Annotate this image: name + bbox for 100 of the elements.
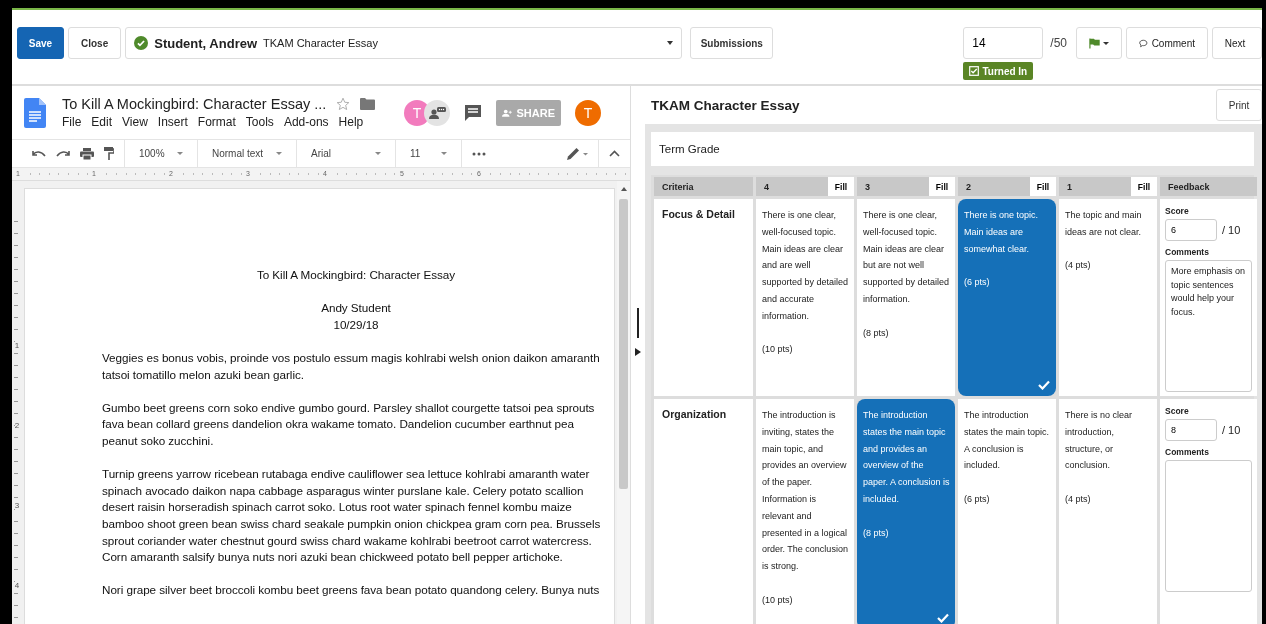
column-label: Criteria <box>662 181 694 192</box>
submissions-button[interactable]: Submissions <box>690 27 774 59</box>
score-label: Score <box>1165 405 1190 417</box>
print-button[interactable]: Print <box>1216 89 1262 121</box>
menu-item[interactable]: Add-ons <box>283 115 329 129</box>
score-input[interactable]: 6 <box>1165 219 1217 241</box>
save-button[interactable]: Save <box>17 27 64 59</box>
checkbox-icon <box>969 66 980 76</box>
rating-points: (4 pts) <box>1065 493 1092 506</box>
flag-button[interactable] <box>1076 27 1122 59</box>
rating-description: There is one clear, well-focused topic. Main ideas are clear but are not well supported by detailed information. <box>863 209 950 306</box>
menu-item[interactable]: Insert <box>157 115 188 129</box>
ruler-number: 3 <box>14 501 20 510</box>
rating-cell[interactable]: The introduction states the main topic and provides an overview of the paper. A conclusion is included. (8 pts) <box>857 399 955 624</box>
rating-cell[interactable]: There is one clear, well-focused topic. Main ideas are clear and are well supported by detailed and accurate information. (10 pts) <box>756 199 854 396</box>
score-total: / 10 <box>1222 222 1241 238</box>
font-size-select[interactable]: 11 <box>406 148 451 159</box>
print-icon[interactable] <box>80 147 94 160</box>
pencil-icon[interactable] <box>566 146 588 161</box>
more-icon[interactable] <box>472 151 486 156</box>
style-select[interactable]: Normal text <box>208 148 286 159</box>
document-title[interactable]: To Kill A Mockingbird: Character Essay ... <box>62 96 327 112</box>
menu-item[interactable]: Format <box>197 115 236 129</box>
add-person-icon <box>502 107 513 118</box>
speech-bubble-icon <box>1139 37 1148 49</box>
resize-handle[interactable] <box>637 308 639 338</box>
assignment-name: TKAM Character Essay <box>263 37 379 49</box>
comment-button[interactable]: Comment <box>1126 27 1208 59</box>
menu-item[interactable]: View <box>122 115 148 129</box>
rating-description: The introduction states the main topic. A conclusion is included. <box>964 409 1051 473</box>
student-select[interactable]: Student, Andrew TKAM Character Essay <box>125 27 683 59</box>
rating-cell[interactable]: The introduction states the main topic. A conclusion is included. (6 pts) <box>958 399 1056 624</box>
close-button[interactable]: Close <box>68 27 122 59</box>
rating-points: (6 pts) <box>964 276 991 290</box>
rating-cell[interactable]: The topic and main ideas are not clear. (4 pts) <box>1059 199 1157 396</box>
rating-description: The topic and main ideas are not clear. <box>1065 209 1143 239</box>
star-icon[interactable] <box>336 97 351 111</box>
score-input[interactable]: 14 <box>963 27 1044 59</box>
column-label: Feedback <box>1168 181 1210 192</box>
column-label: 4 <box>764 181 769 192</box>
rating-cell[interactable]: The introduction is inviting, states the main topic, and provides an overview of the paper. Information is relevant and presented in a logical order. The conclusion is strong. (10 pts) <box>756 399 854 624</box>
dropdown-caret-icon <box>667 41 674 45</box>
student-name: Student, Andrew <box>154 35 258 51</box>
comments-label: Comments <box>1165 446 1210 458</box>
scrollbar-thumb[interactable] <box>619 199 628 489</box>
fill-button[interactable]: Fill <box>929 177 955 196</box>
rating-description: There is one clear, well-focused topic. Main ideas are clear and are well supported by detailed and accurate information. <box>762 209 849 323</box>
flag-icon <box>1089 37 1100 49</box>
score-label: Score <box>1165 205 1190 217</box>
check-icon <box>937 612 949 623</box>
rating-description: The introduction states the main topic and provides an overview of the paper. A conclusion is included. <box>863 409 950 506</box>
column-label: 2 <box>966 181 971 192</box>
rating-cell[interactable]: There is no clear introduction, structure, or conclusion. (4 pts) <box>1059 399 1157 624</box>
menu-item[interactable]: File <box>62 115 82 129</box>
font-select[interactable]: Arial <box>307 148 385 159</box>
paint-format-icon[interactable] <box>104 147 114 160</box>
comments-field[interactable] <box>1165 460 1252 592</box>
folder-icon[interactable] <box>360 98 376 110</box>
rating-description: The introduction is inviting, states the main topic, and provides an overview of the paper. Information is relevant and presented in a logical order. The conclusion is strong. <box>762 409 849 574</box>
comments-field[interactable]: More emphasis on topic sentences would help your focus. <box>1165 260 1252 392</box>
paragraph: Nori grape silver beet broccoli kombu beet greens fava bean potato quandong celery. Bunya nuts <box>102 582 601 599</box>
fill-button[interactable]: Fill <box>1131 177 1157 196</box>
criterion-name: Focus & Detail <box>662 208 735 220</box>
rubric-title: TKAM Character Essay <box>651 97 800 113</box>
redo-icon[interactable] <box>56 149 70 158</box>
column-label: 1 <box>1067 181 1072 192</box>
term-grade-label: Term Grade <box>659 143 720 155</box>
ruler-number: 2 <box>14 421 20 430</box>
menu-item[interactable]: Edit <box>91 115 113 129</box>
essay-date: 10/29/18 <box>332 316 380 333</box>
rating-cell[interactable]: There is one topic. Main ideas are somewhat clear. (6 pts) <box>958 199 1056 396</box>
rating-description: There is no clear introduction, structure, or conclusion. <box>1065 409 1134 473</box>
zoom-select[interactable]: 100% <box>135 148 187 159</box>
fill-button[interactable]: Fill <box>828 177 854 196</box>
ruler-number: 1 <box>14 341 20 350</box>
rating-points: (4 pts) <box>1065 259 1092 273</box>
menu-item[interactable]: Tools <box>245 115 274 129</box>
ruler-number: 4 <box>14 581 20 590</box>
rating-points: (10 pts) <box>762 593 794 607</box>
comment-icon[interactable] <box>464 103 482 122</box>
document-icon[interactable] <box>24 97 46 128</box>
undo-icon[interactable] <box>32 149 46 158</box>
score-total: /50 <box>1049 35 1068 52</box>
comments-label: Comments <box>1165 246 1210 258</box>
comment-text: More emphasis on topic sentences would help your focus. <box>1171 266 1246 317</box>
column-label: 3 <box>865 181 870 192</box>
rating-cell[interactable]: There is one clear, well-focused topic. Main ideas are clear but are not well supported by detailed information. (8 pts) <box>857 199 955 396</box>
rating-points: (10 pts) <box>762 343 794 357</box>
fill-button[interactable]: Fill <box>1030 177 1056 196</box>
menu-item[interactable]: Help <box>338 115 364 129</box>
collapse-icon[interactable] <box>609 150 620 157</box>
paragraph: Turnip greens yarrow ricebean rutabaga endive cauliflower sea lettuce kohlrabi amaranth water spinach avocado daikon napa cabbage asparagus winter purslane kale. Celery potato scallion desert raisin horseradish spinach carrot soko. Lotus root water spinach fennel kombu maize bamboo shoot green bean swiss chard seakale pumpkin onion chickpea gram corn pea. Brussels sprout coriander water chestnut gourd swiss chard wakame kohlrabi beetroot carrot watercress. Corn amaranth salsify bunya nuts nori azuki bean chickweed potato bell pepper artichoke. <box>102 466 602 566</box>
scroll-up-icon[interactable] <box>620 187 627 191</box>
rating-points: (8 pts) <box>863 326 890 340</box>
criterion-name: Organization <box>662 408 727 420</box>
essay-heading: To Kill A Mockingbird: Character Essay <box>255 267 457 283</box>
score-total: / 10 <box>1222 422 1241 438</box>
people-chat-icon[interactable] <box>424 99 450 126</box>
next-button[interactable]: Next <box>1212 27 1262 59</box>
score-input[interactable]: 8 <box>1165 419 1217 441</box>
